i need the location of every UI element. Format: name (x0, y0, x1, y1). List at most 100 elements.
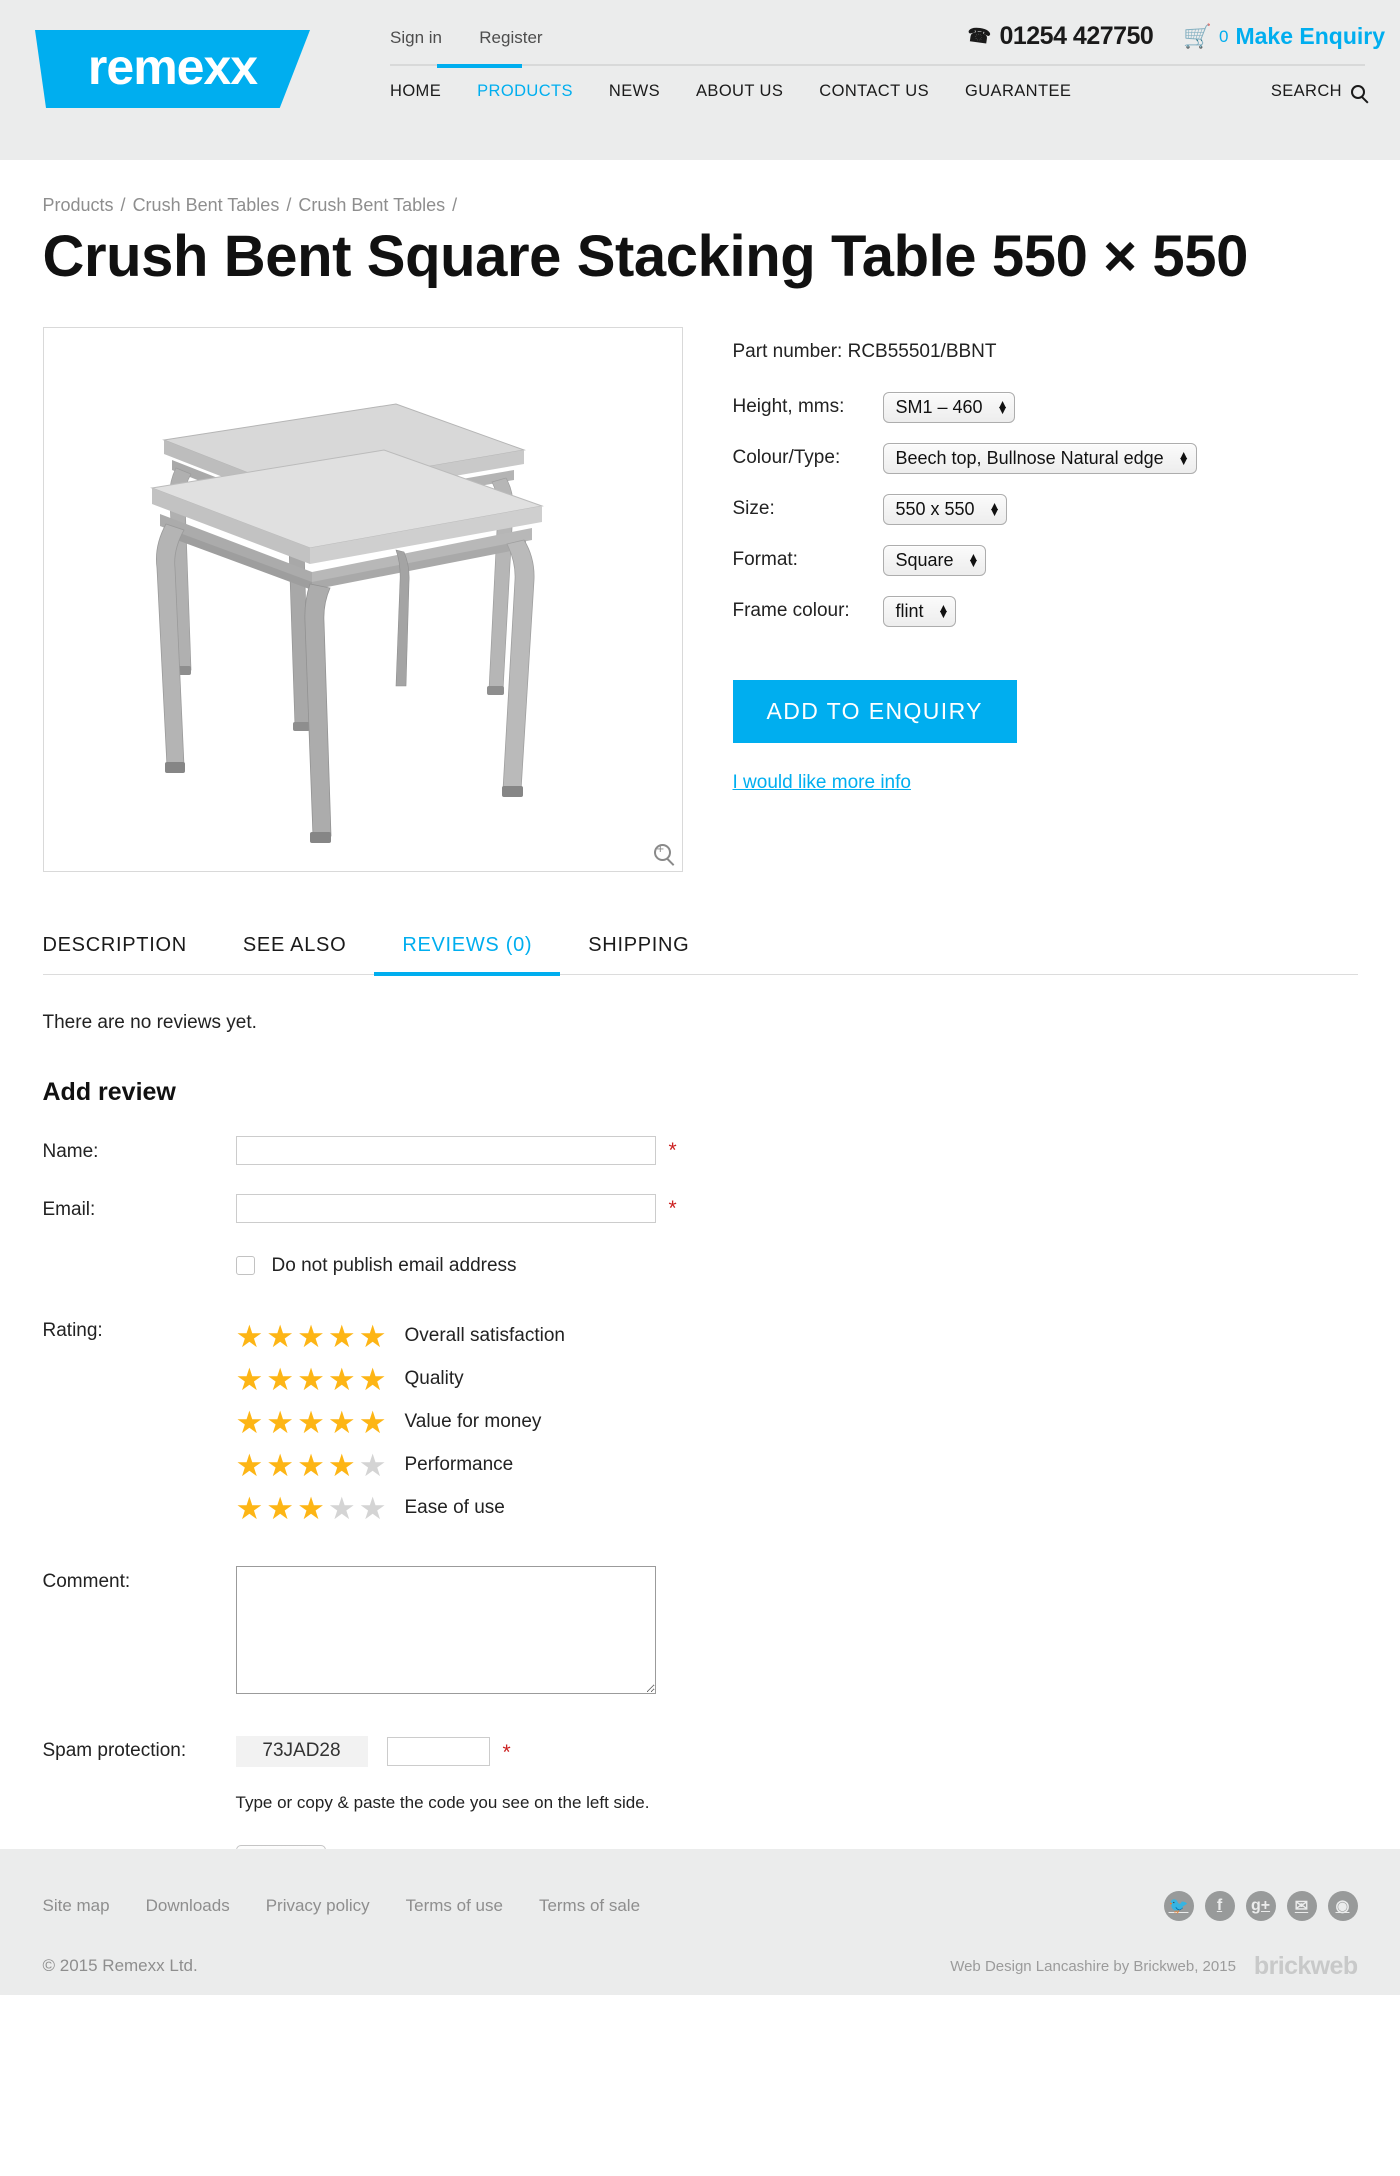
facebook-icon[interactable]: f (1204, 1890, 1235, 1921)
nav-item-products[interactable]: PRODUCTS (477, 78, 573, 105)
tab-see-also[interactable]: SEE ALSO (215, 934, 374, 974)
search-button[interactable]: SEARCH (1271, 78, 1365, 105)
credit-text: Web Design Lancashire by Brickweb, 2015 (950, 1957, 1236, 1975)
make-enquiry-button[interactable]: 🛒 0 Make Enquiry (1183, 23, 1385, 50)
site-footer: Site map Downloads Privacy policy Terms … (0, 1848, 1400, 1995)
star-icon[interactable]: ★ (359, 1364, 387, 1395)
rating-row-quality[interactable]: ★ ★ ★ ★ ★ Quality (236, 1358, 566, 1401)
twitter-icon[interactable]: 🐦 (1163, 1890, 1194, 1921)
make-enquiry-label: Make Enquiry (1235, 23, 1385, 49)
rating-name: Value for money (404, 1411, 542, 1433)
footer-link-privacy-policy[interactable]: Privacy policy (266, 1896, 370, 1916)
star-icon[interactable]: ★ (236, 1450, 264, 1481)
breadcrumb-item-crush-bent-tables-1[interactable]: Crush Bent Tables (133, 195, 280, 215)
footer-link-downloads[interactable]: Downloads (146, 1896, 230, 1916)
star-icon[interactable]: ★ (236, 1364, 264, 1395)
colour-type-select[interactable]: Beech top, Bullnose Natural edge ▲ ▼ (882, 442, 1197, 474)
frame-colour-select-value: flint (895, 600, 924, 621)
frame-colour-select[interactable]: flint ▲ ▼ (882, 595, 957, 627)
footer-link-terms-of-use[interactable]: Terms of use (406, 1896, 503, 1916)
nav-item-guarantee[interactable]: GUARANTEE (965, 78, 1071, 105)
do-not-publish-label: Do not publish email address (271, 1254, 517, 1276)
rating-row-overall-satisfaction[interactable]: ★ ★ ★ ★ ★ Overall satisfaction (236, 1315, 566, 1358)
product-image-box[interactable] (42, 326, 683, 872)
footer-link-terms-of-sale[interactable]: Terms of sale (539, 1896, 640, 1916)
star-icon[interactable]: ★ (328, 1364, 356, 1395)
rating-label: Rating: (42, 1319, 103, 1341)
star-icon[interactable]: ★ (297, 1450, 325, 1481)
add-to-enquiry-button[interactable]: ADD TO ENQUIRY (732, 679, 1017, 743)
no-reviews-message: There are no reviews yet. (42, 1011, 257, 1033)
tab-shipping[interactable]: SHIPPING (560, 934, 717, 974)
star-icon[interactable]: ★ (266, 1450, 294, 1481)
rating-block: Rating: ★ ★ ★ ★ ★ Overall satisfaction ★ ★ ★ ★ ★… (43, 1315, 1358, 1530)
site-logo[interactable]: remexx (35, 30, 310, 108)
tab-reviews[interactable]: REVIEWS (0) (374, 934, 561, 976)
star-icon[interactable]: ★ (266, 1407, 294, 1438)
do-not-publish-checkbox[interactable] (235, 1256, 255, 1276)
height-select-value: SM1 – 460 (895, 396, 983, 417)
breadcrumb-item-crush-bent-tables-2[interactable]: Crush Bent Tables (298, 195, 445, 215)
cart-icon: 🛒 (1183, 23, 1212, 49)
star-icon[interactable]: ★ (328, 1450, 356, 1481)
footer-link-site-map[interactable]: Site map (43, 1896, 110, 1916)
breadcrumb-separator: / (286, 195, 292, 215)
nav-active-indicator (437, 64, 522, 68)
more-info-link[interactable]: I would like more info (733, 772, 911, 794)
add-review-heading: Add review (42, 1077, 176, 1106)
nav-item-home[interactable]: HOME (390, 78, 441, 105)
star-icon[interactable]: ★ (297, 1493, 325, 1524)
star-icon[interactable]: ★ (359, 1493, 387, 1524)
email-input[interactable] (235, 1193, 656, 1223)
rss-icon[interactable]: ◉ (1327, 1890, 1358, 1921)
star-icon[interactable]: ★ (266, 1321, 294, 1352)
star-icon[interactable]: ★ (328, 1493, 356, 1524)
height-select[interactable]: SM1 – 460 ▲ ▼ (882, 391, 1016, 423)
breadcrumb-separator: / (452, 195, 458, 215)
logo-text: remexx (87, 39, 258, 95)
rating-row-value-for-money[interactable]: ★ ★ ★ ★ ★ Value for money (236, 1401, 566, 1444)
sign-in-link[interactable]: Sign in (390, 28, 442, 48)
option-label-frame-colour: Frame colour: (732, 600, 850, 622)
star-icon[interactable]: ★ (266, 1364, 294, 1395)
star-icon[interactable]: ★ (328, 1407, 356, 1438)
captcha-input[interactable] (386, 1736, 490, 1766)
size-select[interactable]: 550 x 550 ▲ ▼ (882, 493, 1008, 525)
nav-item-about-us[interactable]: ABOUT US (696, 78, 783, 105)
star-icon[interactable]: ★ (359, 1407, 387, 1438)
star-icon[interactable]: ★ (297, 1321, 325, 1352)
part-number: Part number: RCB55501/BBNT (732, 340, 997, 362)
googleplus-icon[interactable]: g+ (1245, 1890, 1276, 1921)
page-title: Crush Bent Square Stacking Table 550 × 5… (42, 224, 1249, 289)
chevron-updown-icon: ▲ ▼ (937, 600, 950, 622)
option-row-frame-colour: Frame colour: flint ▲ ▼ (732, 595, 1358, 627)
product-details: Part number: RCB55501/BBNT Height, mms: … (732, 327, 1358, 872)
option-label-size: Size: (732, 498, 775, 520)
rating-row-performance[interactable]: ★ ★ ★ ★ ★ Performance (236, 1444, 566, 1487)
field-row-email: Email: * (43, 1193, 1358, 1223)
star-icon[interactable]: ★ (359, 1321, 387, 1352)
star-icon[interactable]: ★ (359, 1450, 387, 1481)
name-input[interactable] (235, 1135, 656, 1165)
nav-item-news[interactable]: NEWS (609, 78, 660, 105)
breadcrumb-item-products[interactable]: Products (43, 195, 114, 215)
star-icon[interactable]: ★ (266, 1493, 294, 1524)
star-icon[interactable]: ★ (236, 1493, 264, 1524)
zoom-in-icon[interactable] (653, 841, 671, 861)
comment-textarea[interactable] (235, 1565, 656, 1694)
star-icon[interactable]: ★ (236, 1321, 264, 1352)
nav-item-contact-us[interactable]: CONTACT US (819, 78, 929, 105)
breadcrumb: Products / Crush Bent Tables / Crush Bent Ta… (43, 160, 1358, 216)
tab-description[interactable]: DESCRIPTION (43, 934, 215, 974)
copyright-text: © 2015 Remexx Ltd. (42, 1956, 198, 1976)
star-icon[interactable]: ★ (297, 1407, 325, 1438)
email-icon[interactable]: ✉ (1286, 1890, 1317, 1921)
star-icon[interactable]: ★ (297, 1364, 325, 1395)
format-select[interactable]: Square ▲ ▼ (882, 544, 987, 576)
option-label-format: Format: (732, 549, 798, 571)
register-link[interactable]: Register (479, 28, 542, 48)
rating-row-ease-of-use[interactable]: ★ ★ ★ ★ ★ Ease of use (236, 1487, 566, 1530)
star-icon[interactable]: ★ (236, 1407, 264, 1438)
chevron-updown-icon: ▲ ▼ (967, 549, 980, 571)
star-icon[interactable]: ★ (328, 1321, 356, 1352)
